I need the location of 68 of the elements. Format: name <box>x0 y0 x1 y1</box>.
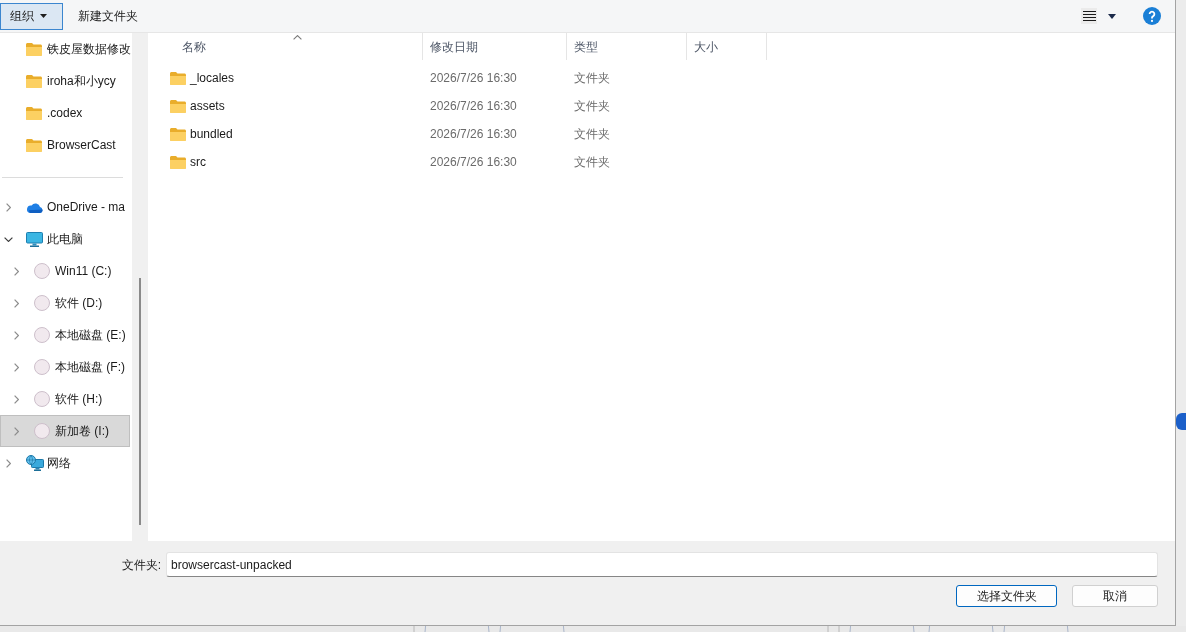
file-type: 文件夹 <box>574 70 610 87</box>
chevron-right-icon[interactable] <box>13 426 19 436</box>
help-icon[interactable] <box>1143 7 1161 25</box>
sidebar-item[interactable]: 软件 (H:) <box>0 383 130 415</box>
cloud-icon <box>26 201 43 213</box>
file-type: 文件夹 <box>574 126 610 143</box>
scrollbar-thumb[interactable] <box>138 278 141 525</box>
partial-button[interactable] <box>1176 413 1186 430</box>
avatar-icon <box>34 295 50 311</box>
organize-button[interactable]: 组织 <box>0 2 63 30</box>
sidebar-item[interactable]: 此电脑 <box>0 223 130 255</box>
avatar-icon <box>34 263 50 279</box>
monitor-icon <box>26 231 43 247</box>
chevron-right-icon[interactable] <box>13 266 19 276</box>
file-name[interactable]: assets <box>190 97 225 115</box>
modified-date: 2026/7/26 16:30 <box>430 70 517 87</box>
sidebar-item[interactable]: Win11 (C:) <box>0 255 130 287</box>
folder-icon <box>26 42 42 56</box>
column-header[interactable]: 修改日期 <box>423 33 567 60</box>
view-button[interactable] <box>1081 8 1097 24</box>
modified-date: 2026/7/26 16:30 <box>430 126 517 143</box>
sidebar-item[interactable]: BrowserCast <box>0 129 132 161</box>
chevron-right-icon[interactable] <box>5 458 11 468</box>
modified-date: 2026/7/26 16:30 <box>430 154 517 171</box>
network-icon <box>26 455 44 471</box>
avatar-icon <box>34 327 50 343</box>
sidebar-item[interactable]: iroha和小ycy <box>0 65 132 97</box>
folder-icon <box>26 106 42 120</box>
folder-name-field[interactable]: browsercast-unpacked <box>166 552 1158 577</box>
modified-date: 2026/7/26 16:30 <box>430 98 517 115</box>
file-type: 文件夹 <box>574 154 610 171</box>
file-name[interactable]: src <box>190 153 206 171</box>
dropdown-caret-icon[interactable] <box>1108 13 1116 19</box>
sidebar-item[interactable]: 新加卷 (I:) <box>0 415 130 447</box>
dialog-button[interactable]: 取消 <box>1072 585 1158 607</box>
dialog-button[interactable]: 选择文件夹 <box>956 585 1057 607</box>
chevron-right-icon[interactable] <box>13 330 19 340</box>
column-header[interactable]: 名称 <box>170 33 423 60</box>
folder-icon <box>170 71 186 85</box>
sidebar-item[interactable]: 软件 (D:) <box>0 287 130 319</box>
chevron-right-icon[interactable] <box>13 298 19 308</box>
avatar-icon <box>34 423 50 439</box>
chevron-right-icon[interactable] <box>13 394 19 404</box>
sidebar-item[interactable]: .codex <box>0 97 132 129</box>
sidebar-item[interactable]: 本地磁盘 (F:) <box>0 351 130 383</box>
folder-icon <box>170 99 186 113</box>
folder-label: 文件夹: <box>121 556 161 574</box>
folder-icon <box>170 155 186 169</box>
file-name[interactable]: _locales <box>190 69 235 87</box>
sidebar-item[interactable]: OneDrive - ma <box>0 191 130 223</box>
sidebar-item[interactable]: 本地磁盘 (E:) <box>0 319 130 351</box>
dropdown-caret-icon <box>40 14 47 18</box>
avatar-icon <box>34 359 50 375</box>
file-type: 文件夹 <box>574 98 610 115</box>
folder-icon <box>26 74 42 88</box>
file-name[interactable]: bundled <box>190 125 233 143</box>
chevron-right-icon[interactable] <box>5 202 11 212</box>
chevron-right-icon[interactable] <box>13 362 19 372</box>
chevron-down-icon[interactable] <box>3 236 13 242</box>
sidebar-item[interactable]: 铁皮屋数据修改 <box>0 33 132 65</box>
folder-icon <box>170 127 186 141</box>
folder-icon <box>26 138 42 152</box>
column-header[interactable]: 大小 <box>687 33 767 60</box>
avatar-icon <box>34 391 50 407</box>
new-folder-button[interactable]: 新建文件夹 <box>78 2 138 30</box>
sidebar-item[interactable]: 网络 <box>0 447 130 479</box>
column-header[interactable]: 类型 <box>567 33 687 60</box>
list-view-icon <box>1082 11 1096 21</box>
